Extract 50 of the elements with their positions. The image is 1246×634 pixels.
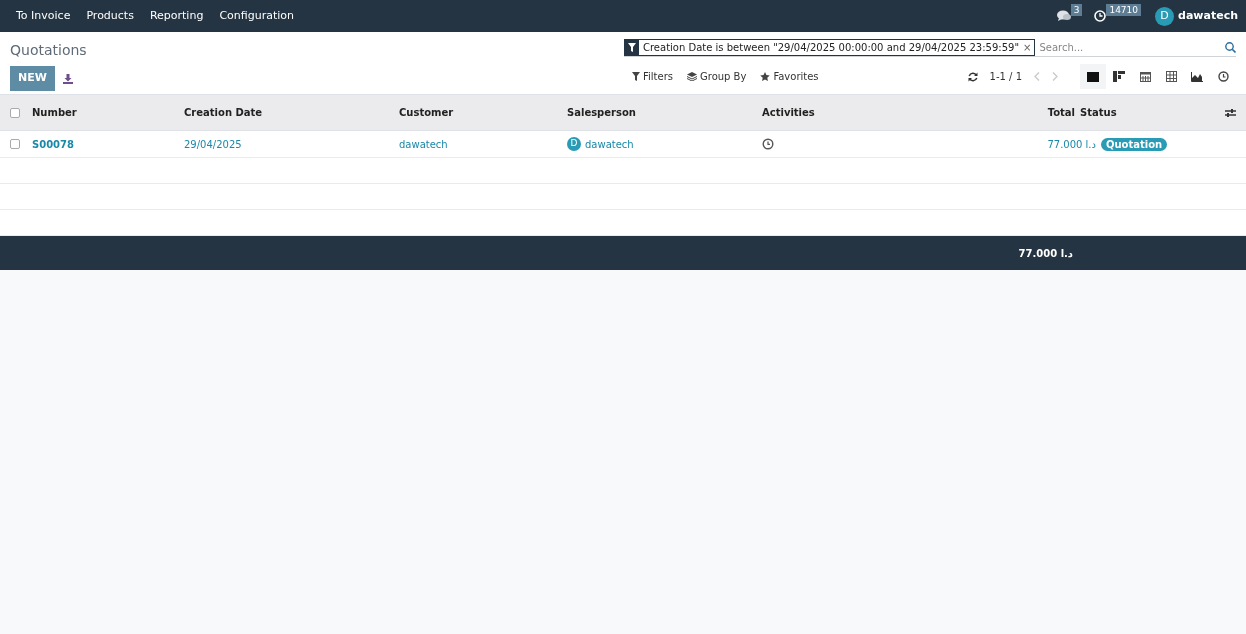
filter-icon bbox=[632, 72, 640, 81]
clock-icon bbox=[1217, 71, 1229, 82]
column-header[interactable]: Total bbox=[985, 105, 1075, 120]
view-switcher-button[interactable] bbox=[1080, 64, 1106, 89]
search-field[interactable]: Search... bbox=[1035, 39, 1225, 55]
search-option-button[interactable]: Filters bbox=[632, 69, 673, 84]
download-icon[interactable] bbox=[62, 73, 73, 84]
menu-item[interactable]: Configuration bbox=[211, 7, 302, 25]
column-header[interactable]: Customer bbox=[399, 105, 567, 120]
salesperson-avatar: D bbox=[567, 137, 581, 151]
list-view-icon bbox=[1087, 71, 1099, 82]
search-option-button[interactable]: Favorites bbox=[760, 69, 819, 84]
footer-total: 77.000 د.ا bbox=[1018, 247, 1073, 259]
clock-icon[interactable] bbox=[762, 138, 774, 150]
row-checkbox[interactable] bbox=[10, 139, 20, 149]
area-chart-icon bbox=[1191, 71, 1203, 82]
layers-icon bbox=[687, 72, 697, 81]
facet-text: Creation Date is between "29/04/2025 00:00:00 and 29/04/2025 23:59:59" bbox=[642, 40, 1020, 55]
calendar-icon bbox=[1139, 71, 1151, 82]
search-icon[interactable] bbox=[1225, 41, 1236, 53]
status-badge: Quotation bbox=[1101, 137, 1168, 151]
activity-count-badge: 14710 bbox=[1106, 4, 1142, 16]
pager-value: 1-1 / 1 bbox=[989, 70, 1022, 84]
column-header[interactable]: Number bbox=[32, 105, 184, 120]
kanban-view-icon bbox=[1113, 71, 1125, 82]
table-cell: 77.000 د.ا bbox=[1047, 138, 1096, 150]
filter-icon bbox=[628, 42, 636, 52]
refresh-icon[interactable] bbox=[967, 71, 978, 82]
table-grid-icon bbox=[1165, 71, 1177, 82]
column-header[interactable]: Status bbox=[1075, 105, 1225, 120]
menu-item[interactable]: Products bbox=[78, 7, 142, 25]
user-name[interactable]: dawatech bbox=[1178, 7, 1238, 25]
menu-item[interactable]: Reporting bbox=[141, 7, 212, 25]
chat-bubbles-icon[interactable] bbox=[1056, 10, 1071, 22]
table-cell[interactable]: dawatech bbox=[399, 138, 448, 150]
table-cell[interactable]: dawatech bbox=[585, 136, 634, 152]
message-count-badge: 3 bbox=[1070, 4, 1083, 16]
star-icon bbox=[760, 72, 771, 81]
facet-remove[interactable]: × bbox=[1023, 39, 1035, 55]
column-header[interactable]: Activities bbox=[762, 105, 985, 120]
sliders-icon[interactable] bbox=[1225, 107, 1236, 118]
table-cell: 29/04/2025 bbox=[184, 138, 242, 150]
column-header[interactable]: Creation Date bbox=[184, 105, 399, 120]
page-title: Quotations bbox=[10, 41, 88, 60]
select-all-checkbox[interactable] bbox=[10, 107, 20, 118]
search-option-button[interactable]: Group By bbox=[687, 69, 747, 84]
column-header[interactable]: Salesperson bbox=[567, 105, 762, 120]
table-cell[interactable]: S00078 bbox=[32, 136, 184, 152]
new-button[interactable]: NEW bbox=[10, 66, 55, 91]
menu-item[interactable]: To Invoice bbox=[8, 7, 79, 25]
